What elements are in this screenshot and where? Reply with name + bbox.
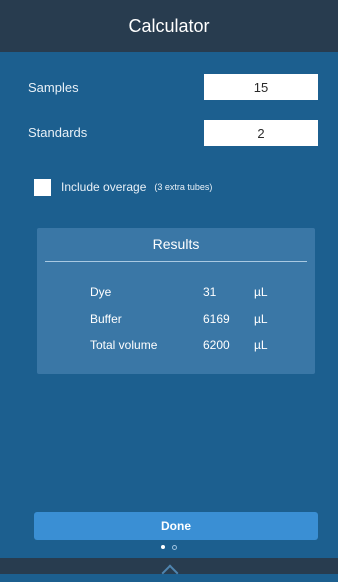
standards-input[interactable]: 2 bbox=[204, 120, 318, 146]
result-value: 31 bbox=[203, 285, 217, 299]
result-name: Buffer bbox=[90, 312, 122, 326]
page-indicator bbox=[0, 545, 338, 550]
results-panel: Results Dye 31 µL Buffer 6169 µL Total v… bbox=[37, 228, 315, 374]
done-button[interactable]: Done bbox=[34, 512, 318, 540]
result-value: 6169 bbox=[203, 312, 230, 326]
result-unit: µL bbox=[254, 312, 268, 326]
result-name: Total volume bbox=[90, 338, 158, 352]
page-dot-inactive[interactable] bbox=[172, 545, 177, 550]
standards-label: Standards bbox=[28, 125, 88, 140]
result-name: Dye bbox=[90, 285, 112, 299]
result-unit: µL bbox=[254, 285, 268, 299]
result-unit: µL bbox=[254, 338, 268, 352]
results-divider bbox=[45, 261, 307, 262]
overage-note: (3 extra tubes) bbox=[154, 182, 213, 192]
page-dot-active[interactable] bbox=[161, 545, 165, 549]
result-row-buffer: Buffer 6169 µL bbox=[37, 312, 315, 330]
overage-option[interactable]: Include overage (3 extra tubes) bbox=[34, 178, 212, 196]
samples-label: Samples bbox=[28, 80, 79, 95]
results-title: Results bbox=[152, 236, 200, 252]
overage-checkbox[interactable] bbox=[34, 178, 51, 196]
overage-label: Include overage bbox=[61, 180, 147, 194]
title-bar: Calculator bbox=[0, 0, 338, 52]
result-row-dye: Dye 31 µL bbox=[37, 285, 315, 303]
page-title: Calculator bbox=[128, 15, 210, 36]
samples-input[interactable]: 15 bbox=[204, 74, 318, 100]
result-value: 6200 bbox=[203, 338, 230, 352]
result-row-total-volume: Total volume 6200 µL bbox=[37, 338, 315, 356]
